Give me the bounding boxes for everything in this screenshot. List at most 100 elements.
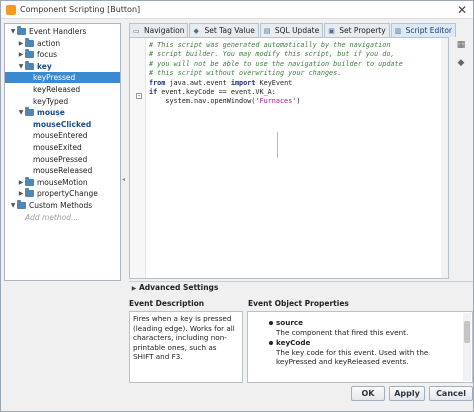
tree-item-label: keyPressed [33,73,76,83]
tree-item-label: mouseReleased [33,166,93,176]
event-properties-panel: source The component that fired this even… [247,311,473,383]
tree-item[interactable]: keyPressed [5,72,120,84]
app-icon [6,4,16,15]
event-property: keyCode The key code for this event. Used… [269,338,461,367]
property-desc: The key code for this event. Used with t… [276,347,429,367]
tab-set-property[interactable]: ▣ Set Property [324,23,390,37]
tree-item[interactable]: Add method... [5,212,120,223]
folder-icon [17,200,26,209]
event-description-heading: Event Description [129,299,205,308]
code-line: # This script was generated automaticall… [149,41,391,49]
collapse-arrow-icon[interactable]: ▼ [17,107,25,118]
title-bar: Component Scripting [Button] ✕ [1,1,473,19]
folder-icon [25,37,34,47]
folder-icon [25,49,34,59]
collapse-arrow-icon[interactable]: ▼ [9,200,17,211]
tree-item[interactable]: keyTyped [5,96,120,107]
tree-item-label: keyReleased [33,85,81,94]
tree-item[interactable]: mouseReleased [5,165,120,176]
code-line: # you will not be able to use the naviga… [149,59,403,68]
code-line: # this script without overwriting your c… [149,69,342,78]
grid-icon[interactable]: ▦ [455,39,467,51]
tree-item-label: mouseExited [33,143,82,152]
expand-arrow-icon[interactable]: ▶ [17,38,25,49]
folder-icon [17,26,26,35]
expand-arrow-icon[interactable]: ▶ [17,188,25,199]
navigation-icon: ▭ [133,26,140,35]
splitter-arrow-icon[interactable]: ◂ [122,176,126,188]
tree-item-label: Custom Methods [29,201,93,210]
cancel-button[interactable]: Cancel [429,386,473,401]
properties-scrollbar[interactable] [463,313,471,381]
tag-icon[interactable]: ◆ [455,57,467,69]
fold-toggle-icon[interactable]: − [136,93,142,99]
ok-button[interactable]: OK [351,386,385,401]
property-name: keyCode [276,338,311,347]
code-line: from java.awt.event import KeyEvent [149,78,293,87]
tree-item-label: key [37,61,52,71]
tree-item[interactable]: ▶ propertyChange [5,188,120,199]
script-icon: ▥ [394,26,402,35]
folder-icon [25,107,34,117]
folder-icon [25,176,34,186]
tab-script-editor[interactable]: ▥ Script Editor [390,23,457,37]
tree-item[interactable]: ▶ mouseMotion [5,176,120,188]
collapse-arrow-icon[interactable]: ▼ [17,61,25,72]
tree-item[interactable]: ▼ mouse [5,107,120,118]
tab-label: SQL Update [274,26,320,35]
tab-label: Script Editor [405,26,453,35]
tree-item-label: focus [37,50,58,60]
script-editor[interactable]: − # This script was generated automatica… [129,37,449,279]
advanced-settings-toggle[interactable]: ▶ Advanced Settings [129,281,473,292]
tree-item-label: propertyChange [37,189,98,199]
tree-item[interactable]: ▼ key [5,60,120,72]
tree-item[interactable]: keyReleased [5,84,120,95]
tree-item-label: mousePressed [33,154,88,164]
property-name: source [276,318,304,327]
tree-item[interactable]: ▼ Custom Methods [5,200,120,211]
bullet-icon [269,341,273,345]
tab-label: Navigation [144,26,185,35]
tree-item-label: Add method... [25,212,79,222]
tree-item-label: mouseClicked [33,119,92,129]
tab-sql-update[interactable]: ▤ SQL Update [259,23,324,37]
expand-arrow-icon[interactable]: ▶ [17,177,25,188]
event-handler-tree[interactable]: ▼ Event Handlers ▶ action ▶ focus ▼ key keyPress… [4,23,121,281]
tab-label: Set Property [339,26,386,35]
expand-arrow-icon: ▶ [131,285,137,292]
expand-arrow-icon[interactable]: ▶ [17,49,25,60]
code-line: # script builder. You may modify this sc… [149,50,395,59]
apply-button[interactable]: Apply [389,386,425,401]
tree-item-label: mouseEntered [33,131,88,141]
event-property: source The component that fired this even… [269,318,461,337]
tag-icon: ◆ [193,26,199,35]
action-tabs: ▭ Navigation ◆ Set Tag Value ▤ SQL Update ▣ Set… [129,23,473,37]
tree-item[interactable]: mouseEntered [5,130,120,141]
event-description-text: Fires when a key is pressed (leading edg… [129,311,243,383]
event-properties-heading: Event Object Properties [248,299,349,308]
tree-item-label: mouseMotion [37,177,88,187]
tree-item-label: action [37,38,61,48]
close-icon[interactable]: ✕ [457,2,467,18]
tree-item-label: Event Handlers [29,27,87,36]
indent-guide [277,132,278,158]
tree-item[interactable]: mouseClicked [5,119,120,130]
tab-set-tag-value[interactable]: ◆ Set Tag Value [189,23,259,37]
editor-side-toolbar: ▦ ◆ [451,39,471,75]
advanced-settings-label: Advanced Settings [139,283,219,292]
editor-scrollbar[interactable] [441,38,448,278]
tree-item[interactable]: mousePressed [5,154,120,165]
collapse-arrow-icon[interactable]: ▼ [9,26,17,37]
tab-navigation[interactable]: ▭ Navigation [129,23,189,37]
bullet-icon [269,321,273,325]
tree-item[interactable]: ▶ focus [5,49,120,60]
tree-item[interactable]: ▶ action [5,37,120,49]
folder-icon [25,188,34,198]
editor-gutter [130,38,146,278]
tree-item[interactable]: ▼ Event Handlers [5,26,120,37]
tree-item-label: keyTyped [33,96,69,106]
dialog-buttons: OK Apply Cancel [351,386,473,402]
tree-item[interactable]: mouseExited [5,142,120,153]
property-icon: ▣ [328,26,335,35]
tree-item-label: mouse [37,108,65,118]
